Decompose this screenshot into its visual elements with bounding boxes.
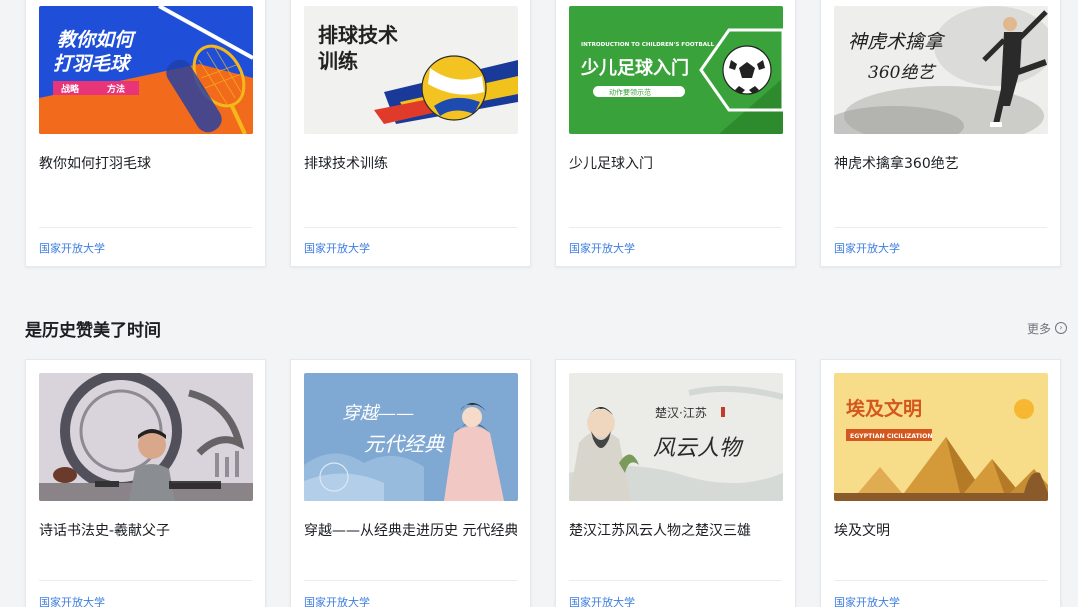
course-card[interactable]: 楚汉·江苏 风云人物 楚汉江苏风云人物之楚汉三雄 国家开放大学 (555, 359, 796, 607)
thumb-line: 教你如何 (57, 29, 137, 51)
course-title[interactable]: 诗话书法史-羲献父子 (39, 521, 252, 541)
thumb-line: 神虎术擒拿 (848, 31, 946, 53)
card-divider (39, 227, 252, 228)
thumb-line: 打羽毛球 (53, 53, 132, 75)
course-card[interactable]: 教你如何 打羽毛球 战略 方法 教你如何打羽毛球 国家开放大学 (25, 0, 266, 267)
course-provider[interactable]: 国家开放大学 (834, 594, 900, 607)
course-thumbnail[interactable]: 埃及文明 EGYPTIAN CICILIZATION (834, 373, 1048, 501)
thumb-line: 风云人物 (653, 436, 744, 461)
course-card[interactable]: INTRODUCTION TO CHILDREN'S FOOTBALL 少儿足球… (555, 0, 796, 267)
thumb-line: 训练 (318, 49, 358, 73)
thumb-line: 楚汉·江苏 (655, 406, 707, 420)
thumb-caption: EGYPTIAN CICILIZATION (850, 433, 933, 440)
card-divider (39, 580, 252, 581)
thumb-sub: 动作要领示范 (609, 88, 651, 97)
thumb-line: 排球技术 (318, 23, 398, 47)
course-thumbnail[interactable]: 穿越—— 元代经典 (304, 373, 518, 501)
course-row-top: 教你如何 打羽毛球 战略 方法 教你如何打羽毛球 国家开放大学 排球技术 训练 … (25, 0, 1061, 267)
thumb-line: 360绝艺 (868, 63, 936, 83)
section-header: 是历史赞美了时间 更多 › (25, 316, 1067, 341)
course-row-bottom: 诗话书法史-羲献父子 国家开放大学 穿越—— 元代经典 穿越——从经典走进历史 … (25, 359, 1061, 607)
course-title[interactable]: 排球技术训练 (304, 154, 517, 174)
course-thumbnail[interactable]: 神虎术擒拿 360绝艺 (834, 6, 1048, 134)
course-thumbnail[interactable]: 排球技术 训练 (304, 6, 518, 134)
thumb-caption: INTRODUCTION TO CHILDREN'S FOOTBALL (581, 42, 715, 48)
course-title[interactable]: 少儿足球入门 (569, 154, 782, 174)
card-divider (304, 580, 517, 581)
thumb-line: 穿越—— (342, 403, 414, 424)
course-provider[interactable]: 国家开放大学 (304, 594, 370, 607)
card-divider (834, 227, 1047, 228)
more-link[interactable]: 更多 › (1027, 320, 1067, 337)
course-provider[interactable]: 国家开放大学 (569, 594, 635, 607)
thumb-line: 少儿足球入门 (580, 57, 689, 79)
course-title[interactable]: 穿越——从经典走进历史 元代经典 (304, 521, 517, 541)
card-divider (569, 580, 782, 581)
course-provider[interactable]: 国家开放大学 (304, 240, 370, 256)
course-card[interactable]: 排球技术 训练 排球技术训练 国家开放大学 (290, 0, 531, 267)
chevron-right-circle-icon[interactable]: › (1055, 322, 1067, 334)
course-provider[interactable]: 国家开放大学 (39, 240, 105, 256)
section-title: 是历史赞美了时间 (25, 320, 161, 341)
thumb-line: 元代经典 (364, 432, 445, 456)
course-title[interactable]: 教你如何打羽毛球 (39, 154, 252, 174)
card-divider (304, 227, 517, 228)
card-divider (834, 580, 1047, 581)
course-thumbnail[interactable]: 教你如何 打羽毛球 战略 方法 (39, 6, 253, 134)
course-card[interactable]: 穿越—— 元代经典 穿越——从经典走进历史 元代经典 国家开放大学 (290, 359, 531, 607)
course-card[interactable]: 诗话书法史-羲献父子 国家开放大学 (25, 359, 266, 607)
course-provider[interactable]: 国家开放大学 (39, 594, 105, 607)
more-label[interactable]: 更多 (1027, 320, 1051, 337)
course-card[interactable]: 埃及文明 EGYPTIAN CICILIZATION 埃及文明 国家开放大学 (820, 359, 1061, 607)
thumb-tag: 方法 (107, 83, 125, 95)
course-thumbnail[interactable]: 楚汉·江苏 风云人物 (569, 373, 783, 501)
thumb-tag: 战略 (61, 83, 80, 95)
course-card[interactable]: 神虎术擒拿 360绝艺 神虎术擒拿360绝艺 国家开放大学 (820, 0, 1061, 267)
course-title[interactable]: 埃及文明 (834, 521, 1047, 541)
card-divider (569, 227, 782, 228)
course-thumbnail[interactable] (39, 373, 253, 501)
course-thumbnail[interactable]: INTRODUCTION TO CHILDREN'S FOOTBALL 少儿足球… (569, 6, 783, 134)
course-title[interactable]: 楚汉江苏风云人物之楚汉三雄 (569, 521, 782, 541)
course-title[interactable]: 神虎术擒拿360绝艺 (834, 154, 1047, 174)
thumb-line: 埃及文明 (846, 397, 922, 420)
course-provider[interactable]: 国家开放大学 (834, 240, 900, 256)
course-provider[interactable]: 国家开放大学 (569, 240, 635, 256)
